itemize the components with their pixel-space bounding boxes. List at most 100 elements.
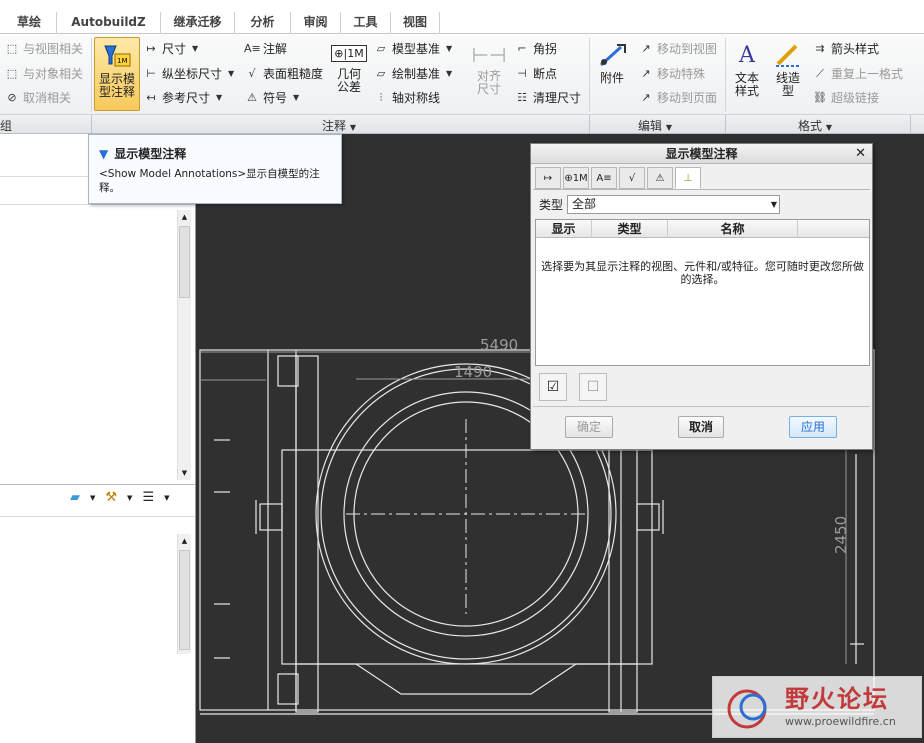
tab-inherit-migrate[interactable]: 继承迁移 <box>160 12 234 34</box>
dimension-label-top: 5490 <box>480 336 518 354</box>
type-label: 类型 <box>539 198 564 212</box>
group-divider <box>91 115 92 133</box>
line-style-icon <box>772 40 804 70</box>
cancel-relate-button[interactable]: ⊘ 取消相关 <box>4 89 71 106</box>
dialog-title: 显示模型注释 <box>665 147 738 161</box>
symbol-icon: ⚠ <box>247 90 257 104</box>
column-header-display[interactable]: 显示 <box>536 220 592 238</box>
tree-scrollbar[interactable]: ▲ ▼ <box>177 210 191 480</box>
ordinate-dimension-icon: ⊢ <box>146 66 156 80</box>
tooltip-title: 显示模型注释 <box>114 147 187 161</box>
scrollbar-thumb[interactable] <box>179 550 190 650</box>
axis-symmetry-icon: ⫶ <box>379 90 383 104</box>
tab-tools[interactable]: 工具 <box>340 12 390 34</box>
select-all-button[interactable]: ☑ <box>539 373 567 401</box>
deselect-all-button[interactable]: ☐ <box>579 373 607 401</box>
svg-text:1M: 1M <box>117 57 128 65</box>
symbol-icon: ⚠ <box>655 172 665 184</box>
left-panel: ▲ ▼ ▰ ▼ ⚒ ▼ ☰ ▼ ▲ <box>0 134 196 743</box>
tools-icon[interactable]: ⚒ <box>105 490 117 505</box>
move-special-button[interactable]: ↗ 移动特殊 <box>638 65 705 82</box>
type-select[interactable]: 全部 ▼ <box>567 195 780 214</box>
model-datum-button[interactable]: ▱ 模型基准 ▼ <box>373 40 452 57</box>
relate-to-object-button[interactable]: ⬚ 与对象相关 <box>4 65 83 82</box>
geometric-tolerance-button[interactable]: ⊕|1M 几何 公差 <box>331 40 367 94</box>
clean-dimension-button[interactable]: ☷ 清理尺寸 <box>514 89 581 106</box>
surface-finish-icon: √ <box>248 66 256 80</box>
tab-analysis[interactable]: 分析 <box>234 12 290 34</box>
display-icon[interactable]: ▰ <box>70 490 80 505</box>
group-label-annotate[interactable]: 注释 ▼ <box>322 117 356 134</box>
ribbon-tab-bar: 草绘 AutobuildZ 继承迁移 分析 审阅 工具 视图 <box>0 0 924 34</box>
move-to-view-button[interactable]: ↗ 移动到视图 <box>638 40 717 57</box>
relate-to-view-button[interactable]: ⬚ 与视图相关 <box>4 40 83 57</box>
move-to-view-icon: ↗ <box>641 41 651 55</box>
tab-notes[interactable]: A≡ <box>591 167 617 189</box>
draw-datum-button[interactable]: ▱ 绘制基准 ▼ <box>373 65 452 82</box>
tab-autobuildz[interactable]: AutobuildZ <box>56 12 160 34</box>
watermark-logo-icon <box>727 689 767 729</box>
group-label-left: 组 <box>0 119 13 133</box>
show-model-annotations-icon: ▼ <box>99 146 109 161</box>
tab-dimensions[interactable]: ↦ <box>535 167 561 189</box>
tooltip-description: <Show Model Annotations>显示自模型的注释。 <box>99 168 320 194</box>
show-model-annotations-button[interactable]: 1M 显示模 型注释 <box>94 37 140 111</box>
tab-surface-finishes[interactable]: √ <box>619 167 645 189</box>
scroll-down-icon: ▼ <box>181 469 188 477</box>
dropdown-arrow-icon: ▼ <box>216 93 223 102</box>
symbol-button[interactable]: ⚠ 符号 ▼ <box>244 89 299 106</box>
tab-datums[interactable]: ⊥ <box>675 167 701 189</box>
group-label-edit[interactable]: 编辑 ▼ <box>638 117 672 134</box>
attach-button[interactable]: 附件 <box>594 40 630 85</box>
tab-view[interactable]: 视图 <box>390 12 440 34</box>
axis-symmetry-button[interactable]: ⫶ 轴对称线 <box>373 89 440 106</box>
move-to-page-button[interactable]: ↗ 移动到页面 <box>638 89 717 106</box>
clean-dimension-icon: ☷ <box>517 90 527 104</box>
hyperlink-button[interactable]: ⛓ 超级链接 <box>812 89 879 106</box>
dropdown-arrow-icon: ▼ <box>192 44 199 53</box>
column-header-name[interactable]: 名称 <box>668 220 798 238</box>
group-divider <box>589 115 590 133</box>
group-divider <box>589 38 590 112</box>
tab-geometric-tolerances[interactable]: ⊕1M <box>563 167 589 189</box>
dropdown-arrow-icon: ▼ <box>825 123 832 132</box>
ordinate-dimension-button[interactable]: ⊢ 纵坐标尺寸 ▼ <box>143 65 234 82</box>
apply-button[interactable]: 应用 <box>789 416 837 438</box>
layer-scrollbar[interactable]: ▲ <box>177 534 191 654</box>
dimension-label-right: 2450 <box>832 516 850 554</box>
dimension-button[interactable]: ↦ 尺寸 ▼ <box>143 40 198 57</box>
repeat-format-icon: ⟋ <box>816 66 824 80</box>
arrow-style-button[interactable]: ⇉ 箭头样式 <box>812 40 879 57</box>
tab-sketch[interactable]: 草绘 <box>4 12 54 34</box>
breakpoint-button[interactable]: ⊣ 断点 <box>514 65 557 82</box>
scrollbar-thumb[interactable] <box>179 226 190 298</box>
dropdown-arrow-icon: ▼ <box>446 69 453 78</box>
align-dimension-button[interactable]: ⊢⊣ 对齐 尺寸 <box>471 42 507 96</box>
column-header-type[interactable]: 类型 <box>592 220 668 238</box>
group-divider <box>725 115 726 133</box>
text-style-button[interactable]: A 文本 样式 <box>729 40 765 98</box>
move-special-icon: ↗ <box>641 66 651 80</box>
line-style-button[interactable]: 线造 型 <box>770 40 806 98</box>
arrow-style-icon: ⇉ <box>815 41 825 55</box>
type-select-value: 全部 <box>572 197 597 211</box>
align-dimension-icon: ⊢⊣ <box>471 42 507 67</box>
relate-view-icon: ⬚ <box>6 41 18 55</box>
reference-dimension-button[interactable]: ↤ 参考尺寸 ▼ <box>143 89 222 106</box>
reference-dimension-icon: ↤ <box>146 90 156 104</box>
tab-symbols[interactable]: ⚠ <box>647 167 673 189</box>
note-button[interactable]: A≡ 注解 <box>244 40 287 57</box>
tab-review[interactable]: 审阅 <box>290 12 340 34</box>
note-icon: A≡ <box>244 41 261 55</box>
close-icon[interactable]: ✕ <box>855 146 866 161</box>
surface-finish-button[interactable]: √ 表面粗糙度 <box>244 65 323 82</box>
cancel-button[interactable]: 取消 <box>678 416 724 438</box>
list-settings-icon[interactable]: ☰ <box>142 490 154 505</box>
select-all-icon: ☑ <box>546 379 560 395</box>
ok-button[interactable]: 确定 <box>565 416 613 438</box>
annotation-table[interactable]: 显示 类型 名称 选择要为其显示注释的视图、元件和/或特征。您可随时更改您所做的… <box>535 219 870 366</box>
group-label-format[interactable]: 格式 ▼ <box>798 117 832 134</box>
corner-button[interactable]: ⌐ 角拐 <box>514 40 557 57</box>
repeat-last-format-button[interactable]: ⟋ 重复上一格式 <box>812 65 903 82</box>
dropdown-arrow-icon: ▼ <box>127 493 133 502</box>
